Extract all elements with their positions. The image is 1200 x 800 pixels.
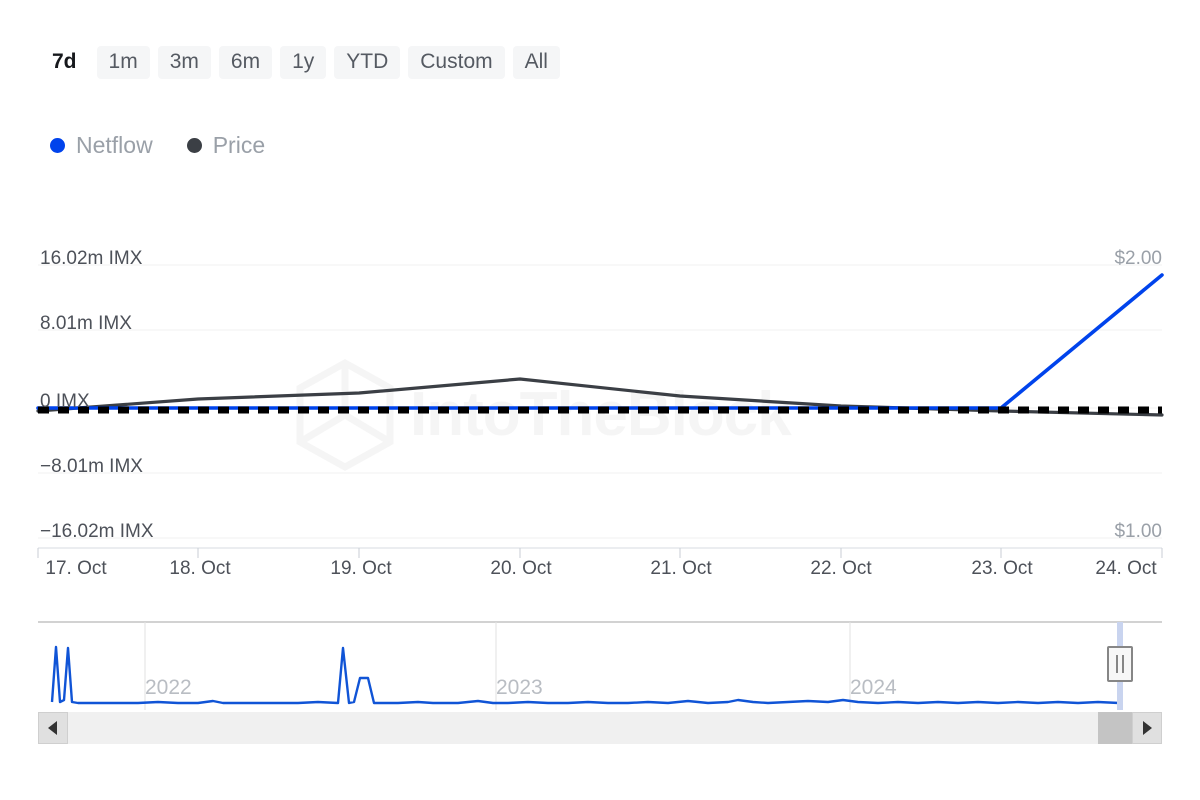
range-button-6m[interactable]: 6m <box>219 46 272 79</box>
range-selector: 7d 1m 3m 6m 1y YTD Custom All <box>40 46 560 79</box>
legend-item-netflow[interactable]: Netflow <box>50 134 153 157</box>
x-axis-label-8: 24. Oct <box>1095 558 1156 580</box>
chart-legend: Netflow Price <box>50 134 265 157</box>
range-button-custom[interactable]: Custom <box>408 46 504 79</box>
range-button-3m[interactable]: 3m <box>158 46 211 79</box>
scrollbar-right-arrow-button[interactable] <box>1132 712 1162 744</box>
legend-label-price: Price <box>213 134 265 157</box>
scrollbar-left-arrow-button[interactable] <box>38 712 68 744</box>
range-button-all[interactable]: All <box>513 46 560 79</box>
chart-navigator[interactable]: 2022 2023 2024 <box>38 620 1162 712</box>
y-axis-label-2: 8.01m IMX <box>40 313 132 335</box>
navigator-year-label-2023: 2023 <box>496 676 543 700</box>
x-axis-label-4: 20. Oct <box>490 558 551 580</box>
range-button-1m[interactable]: 1m <box>97 46 150 79</box>
navigator-handle-grip[interactable] <box>1107 646 1133 682</box>
chart-scrollbar[interactable] <box>38 712 1162 744</box>
y-axis-label-5: −16.02m IMX <box>40 521 154 543</box>
chart-x-axis <box>38 548 1162 558</box>
legend-item-price[interactable]: Price <box>187 134 265 157</box>
navigator-series-line <box>52 647 1119 703</box>
y2-axis-label-1: $2.00 <box>1114 248 1162 270</box>
x-axis-label-3: 19. Oct <box>330 558 391 580</box>
legend-dot-price-icon <box>187 138 202 153</box>
chart-plot-area[interactable]: 16.02m IMX 8.01m IMX 0 IMX −8.01m IMX −1… <box>0 230 1200 590</box>
triangle-right-icon <box>1142 721 1152 735</box>
x-axis-label-1: 17. Oct <box>45 558 106 580</box>
chart-canvas <box>0 230 1200 590</box>
y-axis-label-3: 0 IMX <box>40 391 90 413</box>
x-axis-label-5: 21. Oct <box>650 558 711 580</box>
navigator-canvas <box>38 620 1162 712</box>
x-axis-label-7: 23. Oct <box>971 558 1032 580</box>
range-button-7d[interactable]: 7d <box>40 46 89 79</box>
y-axis-label-4: −8.01m IMX <box>40 456 143 478</box>
legend-dot-netflow-icon <box>50 138 65 153</box>
triangle-left-icon <box>48 721 58 735</box>
chart-gridlines <box>38 265 1162 538</box>
y-axis-label-1: 16.02m IMX <box>40 248 142 270</box>
range-button-ytd[interactable]: YTD <box>334 46 400 79</box>
legend-label-netflow: Netflow <box>76 134 153 157</box>
range-button-1y[interactable]: 1y <box>280 46 326 79</box>
navigator-year-label-2024: 2024 <box>850 676 897 700</box>
navigator-year-label-2022: 2022 <box>145 676 192 700</box>
scrollbar-thumb[interactable] <box>1098 712 1132 744</box>
x-axis-label-2: 18. Oct <box>169 558 230 580</box>
x-axis-label-6: 22. Oct <box>810 558 871 580</box>
y2-axis-label-2: $1.00 <box>1114 521 1162 543</box>
